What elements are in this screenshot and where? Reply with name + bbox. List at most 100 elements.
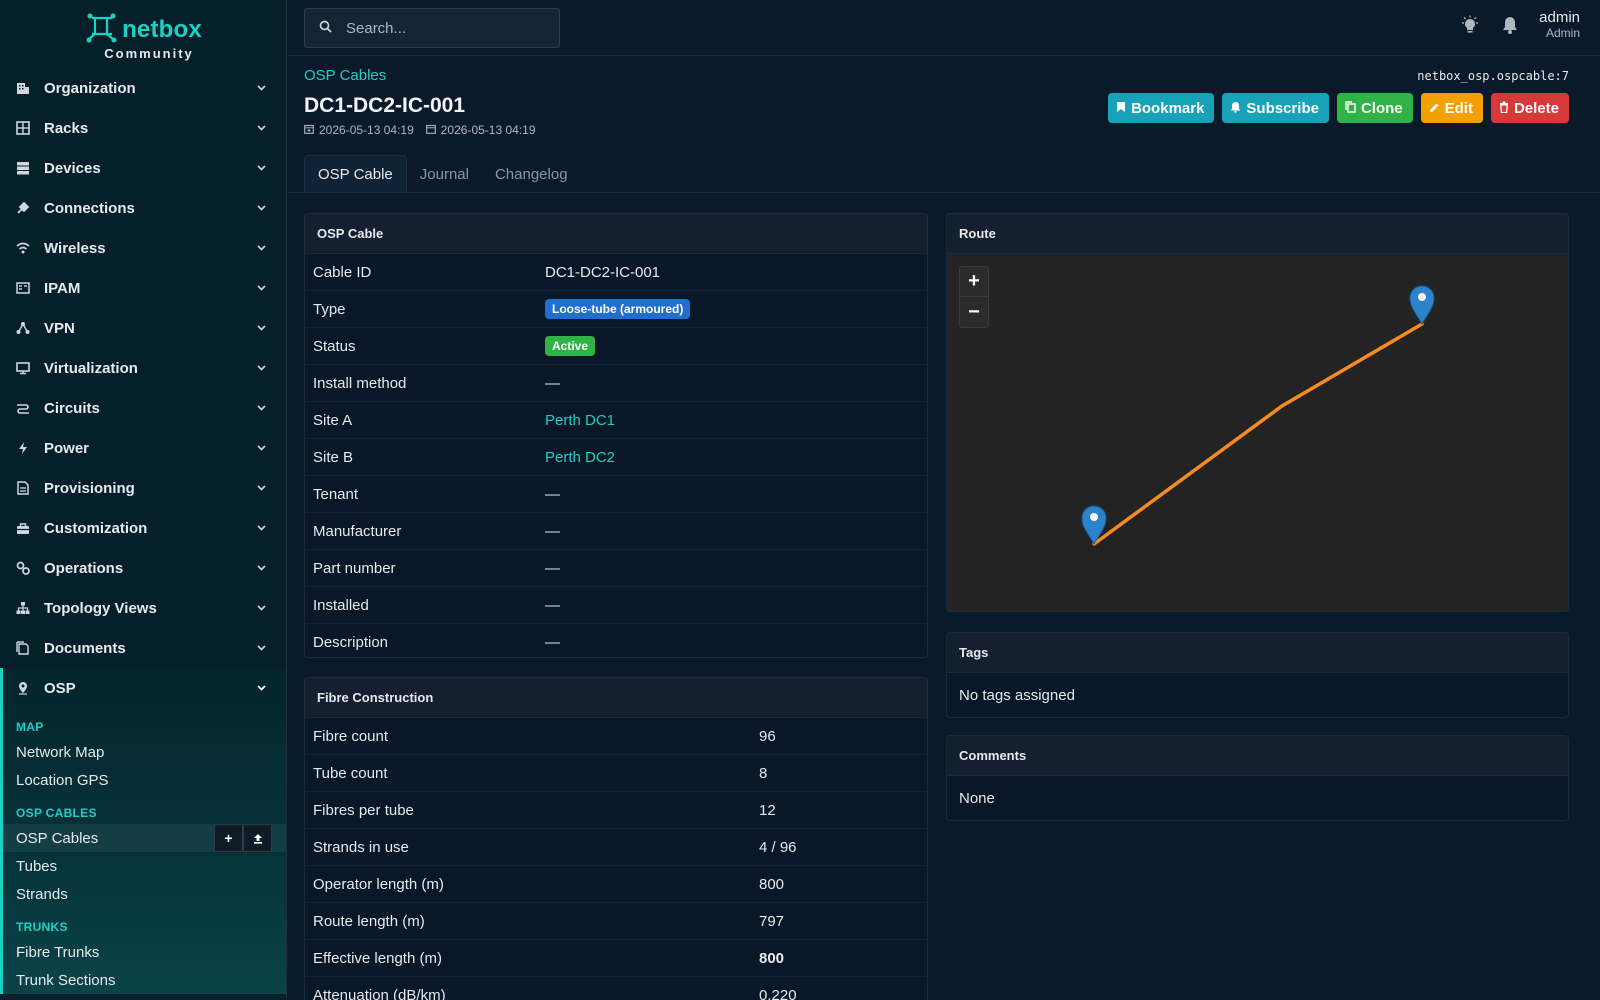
attr-key: Site B	[313, 448, 354, 466]
trash-icon	[1499, 100, 1509, 117]
osp-cables-actions: +	[214, 824, 272, 852]
attr-key: Installed	[313, 596, 369, 614]
attr-row: Tenant —	[305, 476, 927, 513]
attr-value: 800	[759, 875, 785, 893]
tab-osp-cable[interactable]: OSP Cable	[304, 155, 407, 193]
sidebar-link-tubes[interactable]: Tubes	[3, 852, 286, 880]
delete-button[interactable]: Delete	[1490, 93, 1569, 123]
toolbox-icon	[16, 521, 30, 535]
zoom-in-button[interactable]: +	[960, 267, 988, 297]
sidebar-link-network-map[interactable]: Network Map	[3, 738, 286, 766]
attr-key: Fibre count	[313, 727, 389, 745]
chevron-down-icon	[256, 443, 266, 453]
attr-value: 8	[759, 764, 768, 782]
calendar-icon	[425, 123, 436, 137]
chevron-down-icon	[256, 523, 266, 533]
edit-button[interactable]: Edit	[1420, 93, 1483, 123]
sidebar-item-label: Provisioning	[44, 479, 135, 497]
type-badge: Loose-tube (armoured)	[545, 299, 691, 319]
attr-key: Part number	[313, 559, 396, 577]
brand-name: netbox	[122, 15, 202, 43]
sidebar-item-vpn[interactable]: VPN	[0, 308, 286, 348]
clone-button[interactable]: Clone	[1336, 93, 1413, 123]
site-b-link[interactable]: Perth DC2	[545, 449, 615, 466]
attr-row: Strands in use 4 / 96	[305, 829, 927, 866]
import-icon[interactable]	[243, 824, 272, 852]
bell-icon[interactable]	[1499, 14, 1521, 36]
attr-value: 4 / 96	[759, 838, 797, 856]
attr-key: Tube count	[313, 764, 388, 782]
tab-divider	[288, 192, 1600, 193]
subscribe-button[interactable]: Subscribe	[1222, 93, 1329, 123]
sidebar-item-provisioning[interactable]: Provisioning	[0, 468, 286, 508]
search-box[interactable]	[304, 8, 560, 48]
sidebar-item-label: Customization	[44, 519, 148, 537]
attr-key: Status	[313, 337, 356, 355]
sidebar-item-topology-views[interactable]: Topology Views	[0, 588, 286, 628]
lightbulb-icon[interactable]	[1459, 14, 1481, 36]
sidebar-link-trunk-sections[interactable]: Trunk Sections	[3, 966, 286, 994]
updated-date: 2026-05-13 04:19	[425, 123, 536, 137]
comments-text: None	[959, 789, 995, 807]
search-input[interactable]	[346, 19, 546, 37]
subscribe-label: Subscribe	[1246, 99, 1319, 117]
attr-value: DC1-DC2-IC-001	[545, 263, 661, 281]
sidebar-link-fibre-trunks[interactable]: Fibre Trunks	[3, 938, 286, 966]
attr-row: Operator length (m) 800	[305, 866, 927, 903]
created-date: 2026-05-13 04:19	[304, 123, 414, 137]
attr-row: Route length (m) 797	[305, 903, 927, 940]
attr-row: Installed —	[305, 587, 927, 624]
ip-icon	[16, 281, 30, 295]
brand[interactable]: netbox Community	[0, 0, 286, 68]
tab-changelog[interactable]: Changelog	[482, 155, 581, 193]
object-reference: netbox_osp.ospcable:7	[1417, 69, 1569, 83]
page-title: DC1-DC2-IC-001	[304, 94, 466, 117]
sidebar-link-location-gps[interactable]: Location GPS	[3, 766, 286, 794]
network-icon	[16, 321, 30, 335]
chevron-down-icon	[256, 283, 266, 293]
bookmark-button[interactable]: Bookmark	[1108, 93, 1215, 123]
sidebar-item-organization[interactable]: Organization	[0, 68, 286, 108]
sidebar-item-connections[interactable]: Connections	[0, 188, 286, 228]
tab-journal[interactable]: Journal	[407, 155, 482, 193]
sidebar-link-osp-cables[interactable]: OSP Cables +	[3, 824, 286, 852]
route-card: Route + −	[946, 213, 1569, 612]
attr-value: —	[545, 559, 560, 577]
attr-key: Operator length (m)	[313, 875, 444, 893]
sidebar-item-documents[interactable]: Documents	[0, 628, 286, 668]
cogs-icon	[16, 561, 30, 575]
sidebar-item-power[interactable]: Power	[0, 428, 286, 468]
sidebar-item-operations[interactable]: Operations	[0, 548, 286, 588]
zoom-out-button[interactable]: −	[960, 297, 988, 327]
sidebar-item-racks[interactable]: Racks	[0, 108, 286, 148]
sidebar-link-strands[interactable]: Strands	[3, 880, 286, 908]
calendar-plus-icon	[304, 123, 314, 137]
main-content: OSP Cables netbox_osp.ospcable:7 DC1-DC2…	[288, 57, 1600, 1000]
wifi-icon	[16, 241, 30, 255]
breadcrumb[interactable]: OSP Cables	[304, 67, 386, 84]
sidebar-item-circuits[interactable]: Circuits	[0, 388, 286, 428]
attr-row: Fibres per tube 12	[305, 792, 927, 829]
attr-key: Type	[313, 300, 346, 318]
user-menu[interactable]: admin Admin	[1539, 9, 1580, 40]
section-map-heading: MAP	[16, 720, 44, 734]
add-icon[interactable]: +	[214, 824, 243, 852]
site-a-link[interactable]: Perth DC1	[545, 412, 615, 429]
sidebar-item-customization[interactable]: Customization	[0, 508, 286, 548]
attr-key: Cable ID	[313, 263, 372, 281]
attr-key: Effective length (m)	[313, 949, 442, 967]
sidebar-item-devices[interactable]: Devices	[0, 148, 286, 188]
sidebar-item-osp[interactable]: OSP	[3, 668, 286, 708]
cable-attributes: Cable ID DC1-DC2-IC-001 Type Loose-tube (a…	[305, 254, 927, 657]
route-map[interactable]: + −	[947, 254, 1568, 611]
sitemap-icon	[16, 601, 30, 615]
chevron-down-icon	[256, 683, 266, 693]
sidebar-item-wireless[interactable]: Wireless	[0, 228, 286, 268]
attr-key: Route length (m)	[313, 912, 425, 930]
sidebar-item-ipam[interactable]: IPAM	[0, 268, 286, 308]
chevron-down-icon	[256, 203, 266, 213]
chevron-down-icon	[256, 243, 266, 253]
sidebar-item-virtualization[interactable]: Virtualization	[0, 348, 286, 388]
attr-value: —	[545, 634, 560, 651]
sidebar-item-label: Circuits	[44, 399, 100, 417]
